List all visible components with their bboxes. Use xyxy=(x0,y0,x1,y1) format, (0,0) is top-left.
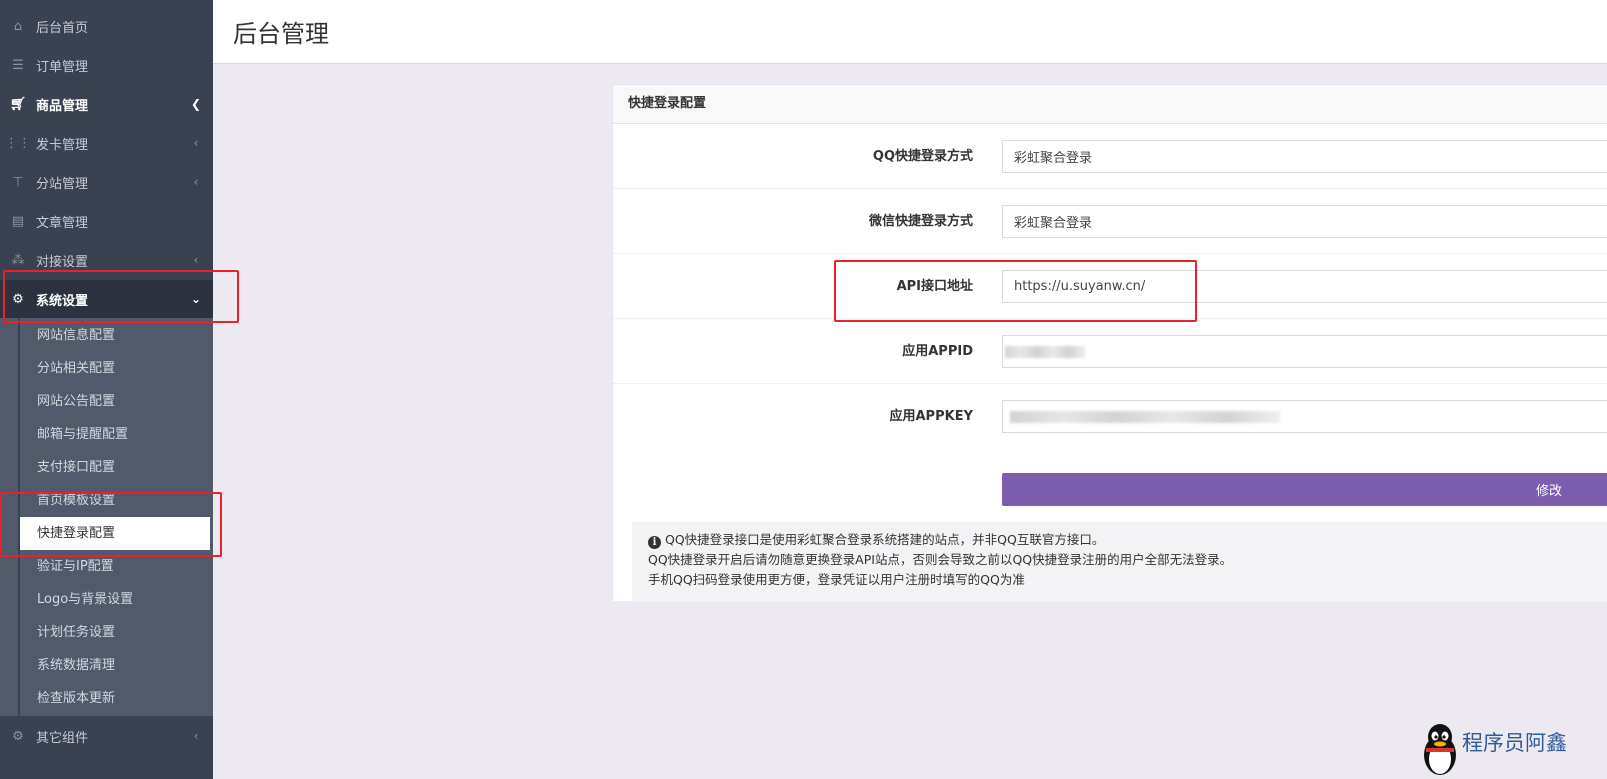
cart-icon: 🛒︎ xyxy=(9,96,27,112)
chevron-left-icon: ❮ xyxy=(190,97,202,111)
sidebar-item-label: 发卡管理 xyxy=(36,137,89,153)
sidebar-item-products[interactable]: 🛒︎ 商品管理 ❮ xyxy=(0,85,213,123)
submenu-item-email-reminder[interactable]: 邮箱与提醒配置 xyxy=(20,418,210,451)
field-label: 微信快捷登录方式 xyxy=(868,214,973,229)
book-icon: ▤ xyxy=(11,213,25,229)
submenu-item-site-info[interactable]: 网站信息配置 xyxy=(20,319,210,352)
home-icon: ⌂ xyxy=(13,18,23,34)
field-label: QQ快捷登录方式 xyxy=(872,149,973,164)
submenu-item-check-update[interactable]: 检查版本更新 xyxy=(20,682,210,715)
chevron-left-icon: ‹ xyxy=(193,729,199,743)
annotation-box-api-url xyxy=(834,260,1197,322)
watermark: 程序员阿鑫 xyxy=(1420,719,1607,779)
wechat-login-method-select[interactable] xyxy=(1002,205,1607,238)
sitemap-icon: ⊤ xyxy=(12,174,24,190)
gears-icon: ⚙ xyxy=(12,728,24,744)
list-icon: ☰ xyxy=(12,57,24,73)
sidebar-item-label: 文章管理 xyxy=(36,215,89,231)
redacted-value xyxy=(1010,411,1280,423)
chevron-left-icon: ‹ xyxy=(193,253,199,267)
sidebar-item-dashboard[interactable]: ⌂ 后台首页 xyxy=(0,7,213,45)
quick-login-config-panel: 快捷登录配置 QQ快捷登录方式 微信快捷登录方式 API接口地址 应用APPID… xyxy=(612,84,1607,602)
form-row-appkey: 应用APPKEY xyxy=(613,384,1607,449)
watermark-text: 程序员阿鑫 xyxy=(1462,731,1567,755)
notice-line: 手机QQ扫码登录使用更方便，登录凭证以用户注册时填写的QQ为准 xyxy=(648,572,1025,587)
sidebar: ⌂ 后台首页 ☰ 订单管理 🛒︎ 商品管理 ❮ ⋮⋮ 发卡管理 ‹ ⊤ 分站管理… xyxy=(0,0,213,779)
form-row-qq-login-method: QQ快捷登录方式 xyxy=(613,124,1607,189)
sidebar-item-articles[interactable]: ▤ 文章管理 xyxy=(0,202,213,240)
submenu-item-announcement[interactable]: 网站公告配置 xyxy=(20,385,210,418)
chevron-left-icon: ‹ xyxy=(193,175,199,189)
panel-heading: 快捷登录配置 xyxy=(613,85,1607,124)
appid-input[interactable] xyxy=(1002,335,1607,368)
sidebar-item-other-components[interactable]: ⚙ 其它组件 ‹ xyxy=(0,717,213,755)
sidebar-item-label: 分站管理 xyxy=(36,176,89,192)
info-notice: i QQ快捷登录接口是使用彩虹聚合登录系统搭建的站点，并非QQ互联官方接口。 QQ… xyxy=(632,522,1607,602)
sidebar-item-substations[interactable]: ⊤ 分站管理 ‹ xyxy=(0,163,213,201)
notice-line: QQ快捷登录开启后请勿随意更换登录API站点，否则会导致之前以QQ快捷登录注册的… xyxy=(648,552,1233,567)
sidebar-item-label: 其它组件 xyxy=(36,730,89,746)
redacted-value xyxy=(1005,346,1085,358)
submit-button[interactable]: 修改 xyxy=(1002,473,1607,506)
cubes-icon: ⁂ xyxy=(11,252,25,268)
sidebar-item-cards[interactable]: ⋮⋮ 发卡管理 ‹ xyxy=(0,124,213,162)
sidebar-item-label: 订单管理 xyxy=(36,59,89,75)
field-label: 应用APPID xyxy=(902,344,973,359)
sidebar-item-label: 后台首页 xyxy=(36,20,89,36)
sidebar-item-orders[interactable]: ☰ 订单管理 xyxy=(0,46,213,84)
annotation-box-quick-login xyxy=(0,492,222,557)
submenu-item-data-cleanup[interactable]: 系统数据清理 xyxy=(20,649,210,682)
submenu-item-logo-background[interactable]: Logo与背景设置 xyxy=(20,583,210,616)
notice-line: i QQ快捷登录接口是使用彩虹聚合登录系统搭建的站点，并非QQ互联官方接口。 xyxy=(648,530,1607,550)
form-row-wechat-login-method: 微信快捷登录方式 xyxy=(613,189,1607,254)
info-icon: i xyxy=(648,536,661,549)
form-row-appid: 应用APPID xyxy=(613,319,1607,384)
annotation-box-system-settings xyxy=(3,270,239,323)
submenu-item-payment[interactable]: 支付接口配置 xyxy=(20,451,210,484)
penguin-logo-icon xyxy=(1424,724,1456,775)
qq-login-method-select[interactable] xyxy=(1002,140,1607,173)
submenu-item-scheduled-tasks[interactable]: 计划任务设置 xyxy=(20,616,210,649)
page-title: 后台管理 xyxy=(233,20,329,48)
field-label: 应用APPKEY xyxy=(889,409,974,424)
sidebar-item-label: 商品管理 xyxy=(36,98,89,114)
submenu-item-substation-config[interactable]: 分站相关配置 xyxy=(20,352,210,385)
grid-icon: ⋮⋮ xyxy=(5,135,31,151)
chevron-left-icon: ‹ xyxy=(193,136,199,150)
top-header: 后台管理 xyxy=(213,0,1607,64)
sidebar-item-label: 对接设置 xyxy=(36,254,89,270)
